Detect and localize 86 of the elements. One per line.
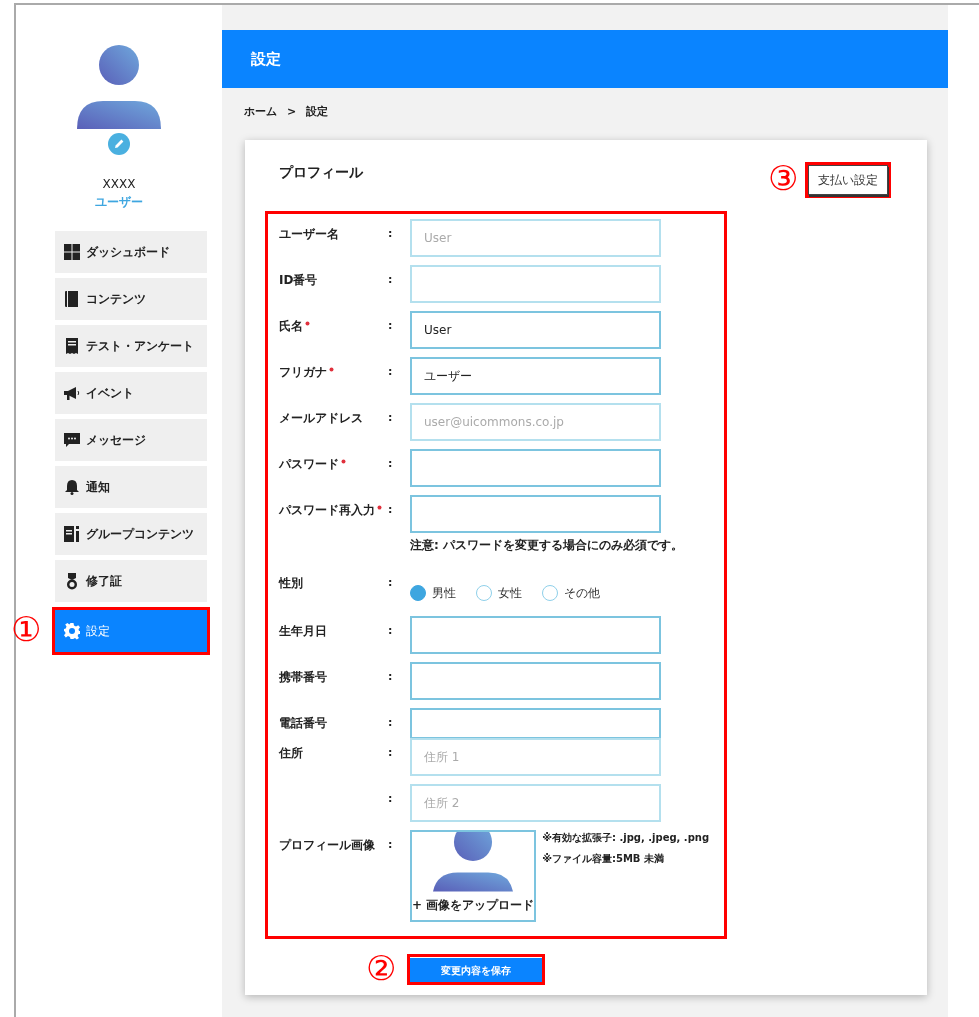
radio-button[interactable] [410,584,426,601]
image-upload-area[interactable]: + 画像をアップロード [410,829,537,922]
nav-item[interactable]: グループコンテンツ [55,513,207,555]
nav-item[interactable]: 設定 [55,610,207,652]
breadcrumb-separator: > [287,104,297,120]
input-field[interactable]: ユーザー [410,357,661,395]
field-label: 住所 [279,744,303,762]
field-label: 生年月日 [279,622,327,640]
colon-text: : [388,745,393,759]
colon-text: : [388,837,393,851]
colon-text: : [388,273,393,286]
nav-item[interactable]: 修了証 [55,560,207,602]
colon-text: : [388,623,393,637]
radio-button[interactable] [476,584,492,601]
field-label: 氏名 [279,318,303,335]
document-icon [63,337,81,355]
field-label: 性別 [279,574,303,592]
book-icon [63,290,81,308]
input-field[interactable] [410,615,661,654]
field-label: ユーザー名 [279,226,339,243]
required-icon [329,367,334,372]
callout-number: ② [366,950,396,985]
colon-text: : [388,365,393,378]
colon-text: : [388,791,393,805]
required-icon [377,505,382,510]
input-field[interactable] [410,707,661,738]
radio-option[interactable]: その他 [542,583,600,602]
field-label: フリガナ [279,364,327,381]
user-role: ユーザー [95,194,143,211]
colon-text: : [388,715,393,729]
callout-number: ① [11,612,41,646]
nav-item[interactable]: イベント [55,372,207,414]
field-label: ID番号 [279,272,318,289]
radio-option[interactable]: 女性 [476,583,522,602]
nav-item[interactable]: テスト・アンケート [55,325,207,367]
payment-settings-button[interactable]: 支払い設定 [808,165,888,195]
page-title: 設定 [251,48,281,70]
document-icon [63,525,81,543]
field-label: プロフィール画像 [279,836,375,854]
settings-icon [63,622,81,640]
required-icon [305,321,310,326]
colon-text: : [388,503,393,516]
avatar-icon [433,831,514,892]
input-field[interactable] [410,495,661,533]
nav-item[interactable]: 通知 [55,466,207,508]
breadcrumb-current: 設定 [306,104,329,120]
nav-item[interactable]: ダッシュボード [55,231,207,273]
nav-item[interactable]: メッセージ [55,419,207,461]
hint-text: 注意: パスワードを変更する場合にのみ必須です。 [410,537,683,554]
field-label: パスワード [279,456,339,473]
input-field[interactable]: 住所 2 [410,783,661,822]
colon-text: : [388,669,393,683]
nav-item[interactable]: コンテンツ [55,278,207,320]
field-label: 携帯番号 [279,668,327,686]
hint-text: ※有効な拡張子: .jpg, .jpeg, .png [542,830,710,845]
input-field[interactable]: User [410,311,661,349]
input-field[interactable]: User [410,219,661,257]
breadcrumb-link[interactable]: ホーム [244,104,277,140]
save-button[interactable]: 変更内容を保存 [410,958,542,983]
input-field[interactable] [410,449,661,487]
input-field[interactable]: 住所 1 [410,737,661,776]
colon-text: : [388,319,393,332]
avatar-icon [77,45,161,129]
colon-text: : [388,227,393,240]
edit-icon[interactable] [108,133,130,155]
colon-text: : [388,457,393,470]
upload-label: + 画像をアップロード [412,896,535,914]
user-name: XXXX [102,176,136,193]
field-label: 電話番号 [279,714,327,732]
colon-text: : [388,575,393,589]
input-field[interactable] [410,661,661,700]
megaphone-icon [63,384,81,402]
field-label: パスワード再入力 [279,502,375,519]
card-title: プロフィール [279,163,363,182]
hint-text: ※ファイル容量:5MB 未満 [542,851,665,866]
radio-option[interactable]: 男性 [410,583,456,602]
colon-text: : [388,411,393,424]
chat-icon [63,431,81,449]
dashboard-icon [63,243,81,261]
input-field[interactable]: user@uicommons.co.jp [410,403,661,441]
required-icon [341,459,346,464]
bell-icon [63,478,81,496]
callout-number: ③ [768,161,798,195]
input-field[interactable] [410,265,661,303]
radio-button[interactable] [542,584,558,601]
field-label: メールアドレス [279,410,363,427]
